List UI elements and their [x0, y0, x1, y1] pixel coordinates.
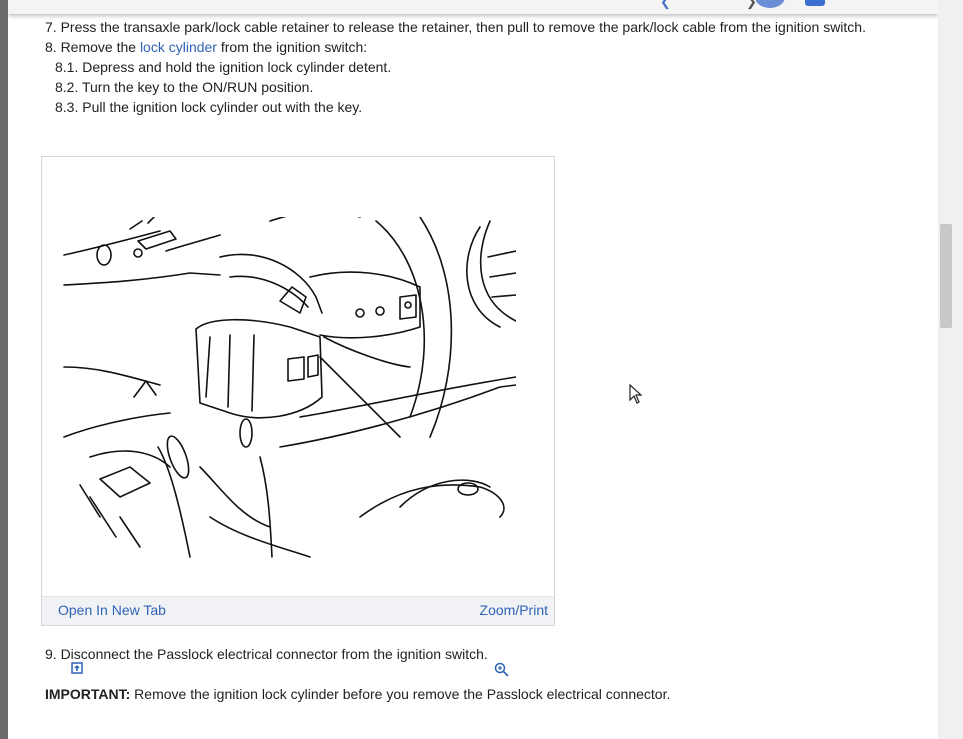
important-label: IMPORTANT:	[45, 686, 131, 702]
step-8-2: 8.2. Turn the key to the ON/RUN position…	[55, 79, 314, 95]
step-8-suffix: from the ignition switch:	[216, 39, 368, 55]
avatar[interactable]	[755, 0, 785, 8]
mouse-cursor-icon	[629, 383, 643, 409]
document-page: ❮ ❯ 7. Press the transaxle park/lock cab…	[8, 0, 938, 739]
figure-toolbar: Open In New Tab Zoom/Print	[42, 596, 554, 677]
step-8-3: 8.3. Pull the ignition lock cylinder out…	[55, 99, 363, 115]
ignition-lock-cylinder-illustration	[63, 217, 516, 558]
chevron-left-icon[interactable]: ❮	[660, 0, 671, 10]
zoom-print-label: Zoom/Print	[479, 602, 548, 618]
step-7: 7. Press the transaxle park/lock cable r…	[45, 19, 866, 35]
lock-cylinder-link[interactable]: lock cylinder	[140, 39, 217, 55]
scrollbar[interactable]	[938, 0, 963, 739]
add-icon[interactable]	[805, 0, 825, 6]
step-8-prefix: 8. Remove the	[45, 39, 140, 55]
chevron-right-icon[interactable]: ❯	[746, 0, 757, 10]
step-9: 9. Disconnect the Passlock electrical co…	[45, 646, 488, 662]
step-8: 8. Remove the lock cylinder from the ign…	[45, 38, 367, 56]
open-in-new-tab-button[interactable]: Open In New Tab	[53, 602, 166, 674]
important-text: Remove the ignition lock cylinder before…	[130, 686, 671, 702]
scrollbar-thumb[interactable]	[940, 224, 952, 328]
zoom-print-button[interactable]: Zoom/Print	[476, 602, 548, 677]
figure-card: Open In New Tab Zoom/Print	[41, 156, 555, 677]
open-in-new-tab-label: Open In New Tab	[58, 602, 166, 618]
important-note: IMPORTANT: Remove the ignition lock cyli…	[45, 685, 670, 703]
toolbar: ❮ ❯	[8, 0, 938, 14]
step-8-1: 8.1. Depress and hold the ignition lock …	[55, 59, 392, 75]
